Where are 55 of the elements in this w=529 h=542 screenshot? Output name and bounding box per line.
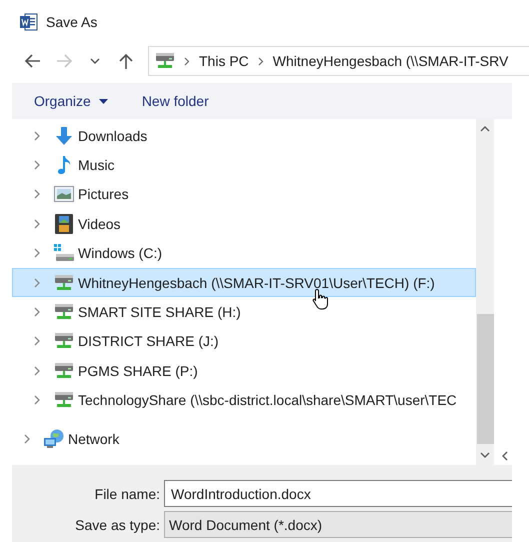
expand-chevron-icon[interactable] xyxy=(33,130,41,141)
file-name-field[interactable]: WordIntroduction.docx xyxy=(164,480,512,507)
network-drive-icon xyxy=(54,274,74,292)
folder-tree-item[interactable]: Videos xyxy=(12,209,476,239)
music-note-icon xyxy=(56,155,72,176)
scrollbar-thumb[interactable] xyxy=(476,314,494,444)
folder-tree-item[interactable]: DISTRICT SHARE (J:) xyxy=(12,326,476,356)
film-strip-icon xyxy=(55,214,73,234)
expand-chevron-icon[interactable] xyxy=(33,278,41,288)
network-drive-icon xyxy=(54,362,74,380)
network-drive-icon xyxy=(54,303,74,322)
expand-chevron-icon[interactable] xyxy=(33,336,41,346)
word-app-icon xyxy=(20,13,38,31)
scroll-down-icon[interactable] xyxy=(480,452,490,458)
expand-chevron-icon[interactable] xyxy=(33,189,41,200)
scroll-up-icon[interactable] xyxy=(480,126,490,132)
breadcrumb-item[interactable]: This PC xyxy=(199,53,249,69)
scroll-left-icon[interactable] xyxy=(502,451,508,461)
expand-chevron-icon[interactable] xyxy=(33,160,41,170)
organize-menu-button[interactable]: Organize xyxy=(34,93,108,109)
folder-tree-item[interactable]: Pictures xyxy=(12,180,476,210)
network-drive-icon xyxy=(54,391,74,410)
folder-tree-item[interactable]: Network xyxy=(12,424,476,454)
file-type-dropdown[interactable]: Word Document (*.docx) xyxy=(164,511,512,538)
field-label: Save as type: xyxy=(74,516,161,532)
folder-tree-item[interactable]: WhitneyHengesbach (\\SMAR-IT-SRV01\User\TECH) (F:) xyxy=(12,268,476,298)
vertical-scrollbar[interactable] xyxy=(476,119,494,465)
pictures-icon xyxy=(54,186,74,202)
network-drive-icon xyxy=(54,332,74,350)
window-title: Save As xyxy=(46,14,98,30)
field-label: File name: xyxy=(94,486,161,502)
windows-drive-icon xyxy=(54,244,74,262)
folder-tree-item[interactable]: PGMS SHARE (P:) xyxy=(12,356,476,386)
dropdown-caret-icon xyxy=(98,98,108,104)
expand-chevron-icon[interactable] xyxy=(33,307,41,318)
expand-chevron-icon[interactable] xyxy=(33,366,41,376)
folder-tree-item[interactable]: TechnologyShare (\\sbc-district.local\share\SMART\user\TEC xyxy=(12,386,476,415)
folder-tree-item[interactable]: Downloads xyxy=(12,121,476,150)
expand-chevron-icon[interactable] xyxy=(33,218,41,229)
folder-tree-item[interactable]: SMART SITE SHARE (H:) xyxy=(12,297,476,327)
download-arrow-icon xyxy=(55,126,73,146)
breadcrumb-chevron-icon[interactable] xyxy=(184,56,190,66)
expand-chevron-icon[interactable] xyxy=(33,248,41,258)
expand-chevron-icon[interactable] xyxy=(33,395,41,406)
folder-tree-item[interactable]: Windows (C:) xyxy=(12,238,476,268)
address-bar[interactable]: This PC WhitneyHengesbach (\\SMAR-IT-SRV xyxy=(148,46,529,76)
up-arrow-icon[interactable] xyxy=(117,52,135,70)
new-folder-button[interactable]: New folder xyxy=(142,93,209,109)
breadcrumb-chevron-icon[interactable] xyxy=(258,56,264,66)
network-drive-icon xyxy=(155,52,175,70)
folder-tree-item[interactable]: Music xyxy=(12,150,476,180)
network-globe-icon xyxy=(43,428,65,449)
expand-chevron-icon[interactable] xyxy=(23,434,31,444)
back-arrow-icon[interactable] xyxy=(24,52,42,70)
breadcrumb-item[interactable]: WhitneyHengesbach (\\SMAR-IT-SRV xyxy=(272,53,508,69)
